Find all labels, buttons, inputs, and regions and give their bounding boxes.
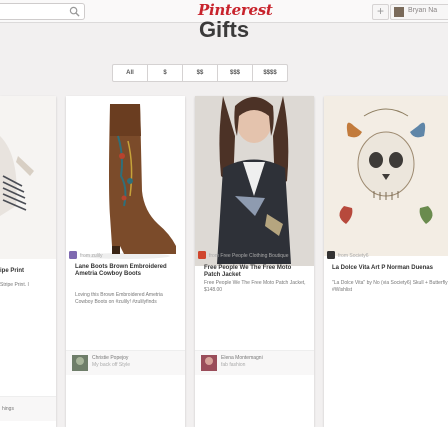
- pin-title: Free People We The Free Moto Patch Jacke…: [204, 265, 292, 278]
- source-icon: [327, 251, 335, 259]
- pinner-name[interactable]: Elena Montemagni: [221, 355, 263, 361]
- pin-title: ipe Print: [0, 268, 25, 274]
- pin-comment: Loving this Brown Embroidered Ametria Co…: [75, 292, 163, 305]
- board-name: hings: [2, 406, 14, 412]
- pin-source: from Free People Clothing Boutique: [209, 253, 289, 259]
- source-icon: [198, 251, 206, 259]
- price-filter-2[interactable]: $$: [183, 65, 218, 81]
- price-filter-3[interactable]: $$$: [218, 65, 253, 81]
- pin-image-boots[interactable]: [66, 96, 185, 264]
- pin-pinner-row: Elena Montemagni fab fashion: [195, 350, 314, 375]
- pin-card[interactable]: ipe Print Stripe Print. I hings: [0, 96, 56, 427]
- pin-comment: Stripe Print. I: [0, 282, 29, 288]
- avatar: [72, 355, 88, 371]
- avatar: [201, 355, 217, 371]
- pinner-name[interactable]: Christie Popejoy: [92, 355, 128, 361]
- pin-pinner-row: hings: [0, 396, 56, 421]
- page-title: Gifts: [198, 17, 250, 42]
- price-filter-bar: All $ $$ $$$ $$$$: [112, 64, 288, 82]
- pin-title: Lane Boots Brown Embroidered Ametria Cow…: [75, 264, 167, 277]
- price-filter-all[interactable]: All: [113, 65, 148, 81]
- pin-comment: "La Dolce Vita" by No (via Society6) Sku…: [332, 280, 448, 293]
- user-name: Bryan Na: [408, 7, 438, 14]
- search-icon: [69, 6, 80, 17]
- pin-card[interactable]: from Society6 La Dolce Vita Art P Norman…: [324, 96, 448, 427]
- pin-image-stripe-print[interactable]: [0, 96, 56, 259]
- avatar: [394, 7, 404, 17]
- pin-comment: Free People We The Free Moto Patch Jacke…: [204, 280, 306, 293]
- pin-image-jacket[interactable]: [195, 96, 314, 266]
- pin-source: from zulily: [80, 253, 103, 259]
- pin-pinner-row: Christie Popejoy My back off Style: [66, 350, 185, 375]
- pin-image-skull-art[interactable]: [324, 96, 448, 256]
- pin-source: from Society6: [338, 253, 369, 259]
- source-icon: [69, 251, 77, 259]
- price-filter-1[interactable]: $: [148, 65, 183, 81]
- pin-title: La Dolce Vita Art P Norman Duenas: [332, 265, 433, 271]
- board-name[interactable]: fab fashion: [221, 362, 245, 368]
- pin-card[interactable]: from zulily Lane Boots Brown Embroidered…: [66, 96, 185, 427]
- pin-card[interactable]: from Free People Clothing Boutique Free …: [195, 96, 314, 427]
- board-name[interactable]: My back off Style: [92, 362, 130, 368]
- price-filter-4[interactable]: $$$$: [253, 65, 287, 81]
